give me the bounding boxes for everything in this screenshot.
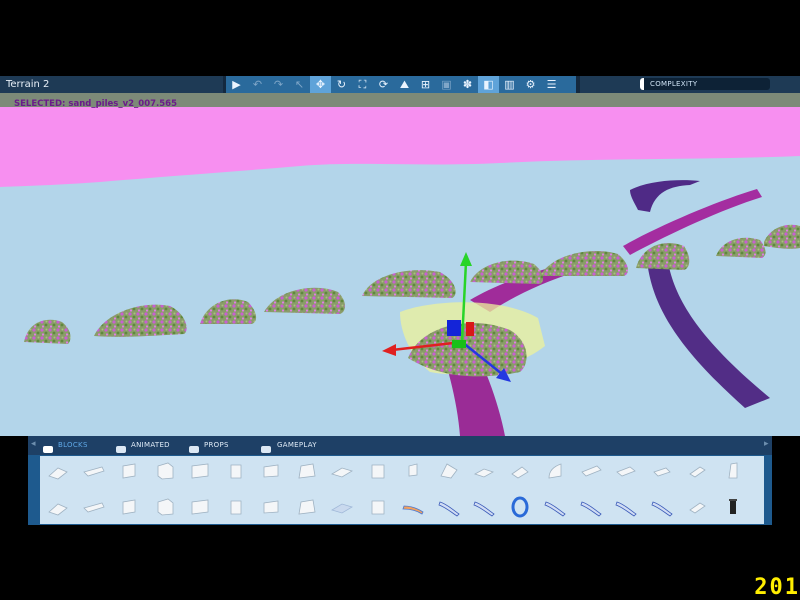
block-item[interactable] bbox=[437, 494, 461, 518]
block-icon[interactable]: ▣ bbox=[436, 76, 457, 93]
block-item[interactable] bbox=[685, 458, 709, 482]
track-segment-far bbox=[630, 180, 700, 212]
selected-sand-pile[interactable] bbox=[400, 302, 545, 377]
block-item[interactable] bbox=[224, 494, 248, 518]
palette-left-arrow[interactable]: ◂ bbox=[31, 438, 37, 450]
block-item[interactable] bbox=[188, 458, 212, 482]
block-item[interactable] bbox=[295, 494, 319, 518]
sand-overlay-region bbox=[0, 107, 800, 187]
block-item[interactable] bbox=[188, 494, 212, 518]
palette-tab-blocks[interactable]: BLOCKS bbox=[58, 436, 88, 455]
animal-icon[interactable]: ✽ bbox=[457, 76, 478, 93]
block-item[interactable] bbox=[614, 494, 638, 518]
snap-icon[interactable]: ⊞ bbox=[415, 76, 436, 93]
toolbar: ▶ ↶ ↷ ↖ ✥ ↻ ⛶ ⟳ ⛰ ⊞ ▣ ✽ ◧ ▥ ⚙ ☰ bbox=[226, 76, 576, 93]
block-item[interactable] bbox=[153, 458, 177, 482]
block-item[interactable] bbox=[472, 458, 496, 482]
block-item[interactable] bbox=[46, 494, 70, 518]
selection-label: SELECTED: sand_piles_v2_007.565 bbox=[14, 99, 177, 109]
block-item[interactable] bbox=[472, 494, 496, 518]
block-item[interactable] bbox=[82, 458, 106, 482]
fps-counter: 201 bbox=[754, 575, 800, 600]
block-item[interactable] bbox=[153, 494, 177, 518]
block-item[interactable] bbox=[259, 494, 283, 518]
palette-tab-animated[interactable]: ANIMATED bbox=[131, 436, 170, 455]
top-letterbox bbox=[0, 0, 800, 76]
scale-icon[interactable]: ⛶ bbox=[352, 76, 373, 93]
props-icon bbox=[188, 440, 200, 453]
block-item[interactable] bbox=[46, 458, 70, 482]
window-title: Terrain 2 bbox=[0, 76, 223, 93]
block-item[interactable] bbox=[614, 458, 638, 482]
block-item[interactable] bbox=[721, 458, 745, 482]
move-icon[interactable]: ✥ bbox=[310, 76, 331, 93]
block-item[interactable] bbox=[437, 458, 461, 482]
layout-icon[interactable]: ▥ bbox=[499, 76, 520, 93]
redo-icon[interactable]: ↷ bbox=[268, 76, 289, 93]
gameplay-icon bbox=[260, 440, 272, 453]
block-item[interactable] bbox=[650, 458, 674, 482]
blocks-icon bbox=[42, 440, 54, 453]
block-item[interactable] bbox=[721, 494, 745, 518]
palette-right-arrow[interactable]: ▸ bbox=[764, 438, 770, 450]
block-item[interactable] bbox=[82, 494, 106, 518]
block-item[interactable] bbox=[685, 494, 709, 518]
rotate-icon[interactable]: ↻ bbox=[331, 76, 352, 93]
block-item[interactable] bbox=[366, 458, 390, 482]
play-icon[interactable]: ▶ bbox=[226, 76, 247, 93]
block-item[interactable] bbox=[508, 458, 532, 482]
complexity-meter-fill bbox=[640, 78, 644, 90]
menu-icon[interactable]: ☰ bbox=[541, 76, 562, 93]
track-segment-right bbox=[648, 262, 770, 408]
3d-viewport[interactable] bbox=[0, 93, 800, 436]
block-item[interactable] bbox=[117, 458, 141, 482]
block-item[interactable] bbox=[401, 458, 425, 482]
block-item[interactable] bbox=[330, 494, 354, 518]
block-item[interactable] bbox=[579, 458, 603, 482]
block-item[interactable] bbox=[259, 458, 283, 482]
scene-render bbox=[0, 93, 800, 436]
pointer-icon[interactable]: ↖ bbox=[289, 76, 310, 93]
block-item[interactable] bbox=[224, 458, 248, 482]
block-item[interactable] bbox=[508, 494, 532, 518]
block-item[interactable] bbox=[543, 458, 567, 482]
palette-tab-props[interactable]: PROPS bbox=[204, 436, 229, 455]
block-item[interactable] bbox=[330, 458, 354, 482]
split-view-icon[interactable]: ◧ bbox=[478, 76, 499, 93]
complexity-label: COMPLEXITY bbox=[650, 80, 698, 88]
block-item[interactable] bbox=[401, 494, 425, 518]
undo-icon[interactable]: ↶ bbox=[247, 76, 268, 93]
palette-tab-gameplay[interactable]: GAMEPLAY bbox=[277, 436, 317, 455]
settings-icon[interactable]: ⚙ bbox=[520, 76, 541, 93]
block-item[interactable] bbox=[650, 494, 674, 518]
animated-icon bbox=[115, 440, 127, 453]
block-item[interactable] bbox=[366, 494, 390, 518]
terrain-icon[interactable]: ⛰ bbox=[394, 76, 415, 93]
block-item[interactable] bbox=[579, 494, 603, 518]
bottom-letterbox bbox=[0, 525, 800, 600]
block-item[interactable] bbox=[117, 494, 141, 518]
refresh-icon[interactable]: ⟳ bbox=[373, 76, 394, 93]
block-item[interactable] bbox=[295, 458, 319, 482]
block-item[interactable] bbox=[543, 494, 567, 518]
